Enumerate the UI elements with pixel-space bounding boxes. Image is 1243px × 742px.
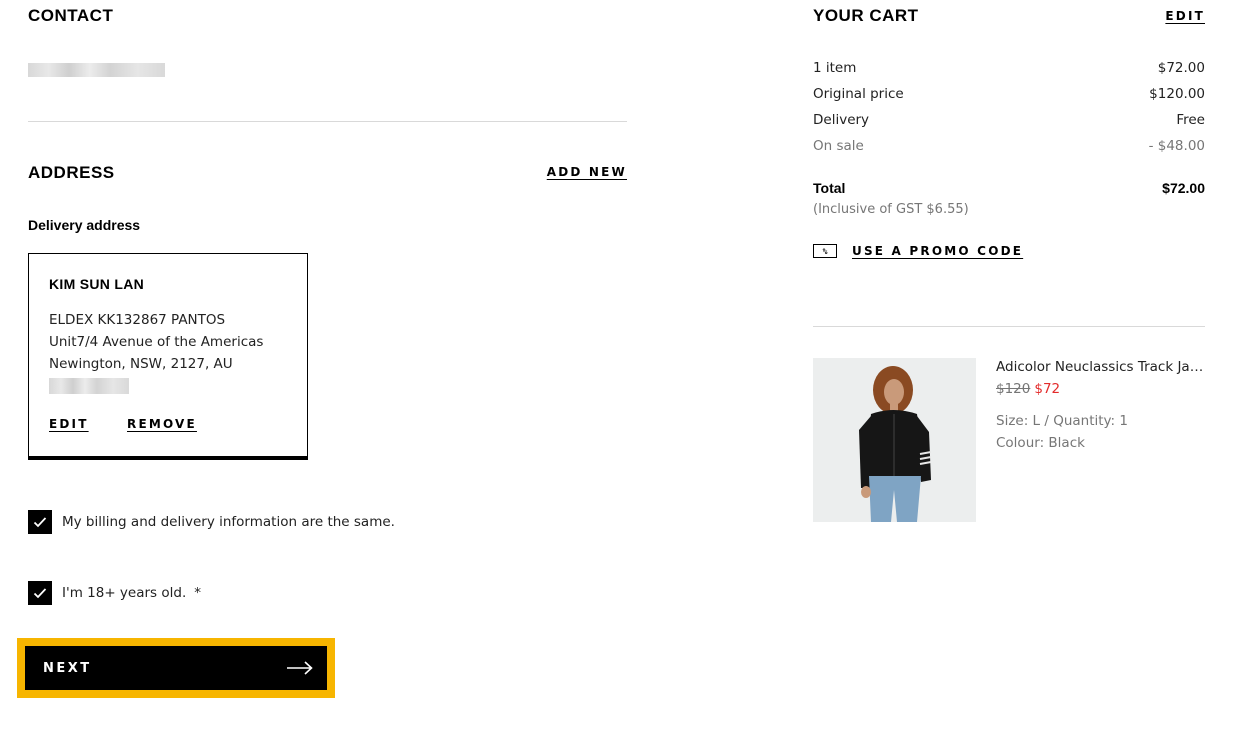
next-button[interactable]: NEXT xyxy=(25,646,327,690)
promo-tag-icon: % xyxy=(813,244,837,258)
summary-label: 1 item xyxy=(813,60,857,76)
contact-email-redacted xyxy=(28,63,165,77)
product-sale-price: $72 xyxy=(1034,381,1061,397)
age-confirm-label: I'm 18+ years old. xyxy=(62,585,187,601)
product-name[interactable]: Adicolor Neuclassics Track Jacket xyxy=(996,359,1206,375)
summary-row-sale: On sale - $48.00 xyxy=(813,138,1205,154)
age-confirm-checkbox[interactable] xyxy=(28,581,52,605)
summary-value: $120.00 xyxy=(1149,86,1205,102)
product-size-quantity: Size: L / Quantity: 1 xyxy=(996,413,1128,429)
cart-title: YOUR CART xyxy=(813,6,919,25)
address-title: ADDRESS xyxy=(28,163,115,182)
total-label: Total xyxy=(813,180,846,196)
promo-code-label: USE A PROMO CODE xyxy=(852,244,1024,258)
product-colour: Colour: Black xyxy=(996,435,1085,451)
cart-edit-link[interactable]: EDIT xyxy=(1165,9,1205,23)
summary-value: Free xyxy=(1176,112,1205,128)
address-line-3: Newington, NSW, 2127, AU xyxy=(49,356,233,372)
check-icon xyxy=(33,517,47,528)
required-mark: * xyxy=(194,585,201,601)
summary-value: - $48.00 xyxy=(1148,138,1205,154)
arrow-right-icon xyxy=(287,661,313,675)
billing-same-row: My billing and delivery information are … xyxy=(28,510,395,534)
contact-divider xyxy=(28,121,627,122)
next-button-focus-ring: NEXT xyxy=(17,638,335,698)
total-value: $72.00 xyxy=(1162,180,1205,196)
check-icon xyxy=(33,588,47,599)
billing-same-checkbox[interactable] xyxy=(28,510,52,534)
address-edit-link[interactable]: EDIT xyxy=(49,417,89,431)
product-price: $120 $72 xyxy=(996,381,1060,397)
summary-total-row: Total $72.00 xyxy=(813,180,1205,196)
summary-label: Delivery xyxy=(813,112,870,128)
summary-label: On sale xyxy=(813,138,864,154)
gst-note: (Inclusive of GST $6.55) xyxy=(813,202,969,217)
address-name: KIM SUN LAN xyxy=(49,276,145,292)
product-image[interactable] xyxy=(813,358,976,522)
contact-title: CONTACT xyxy=(28,6,114,25)
product-old-price: $120 xyxy=(996,381,1031,397)
delivery-address-label: Delivery address xyxy=(28,217,141,233)
cart-divider xyxy=(813,326,1205,327)
address-phone-redacted xyxy=(49,378,129,394)
product-photo-illustration xyxy=(813,358,976,522)
promo-code-link[interactable]: % USE A PROMO CODE xyxy=(813,244,1023,258)
summary-row-delivery: Delivery Free xyxy=(813,112,1205,128)
summary-value: $72.00 xyxy=(1157,60,1205,76)
summary-row-original: Original price $120.00 xyxy=(813,86,1205,102)
next-button-label: NEXT xyxy=(43,660,92,676)
address-line-1: ELDEX KK132867 PANTOS xyxy=(49,312,226,328)
summary-row-items: 1 item $72.00 xyxy=(813,60,1205,76)
age-confirm-row: I'm 18+ years old. * xyxy=(28,581,201,605)
billing-same-label: My billing and delivery information are … xyxy=(62,514,395,530)
add-new-address-link[interactable]: ADD NEW xyxy=(547,165,627,179)
address-line-2: Unit7/4 Avenue of the Americas xyxy=(49,334,264,350)
summary-label: Original price xyxy=(813,86,904,102)
address-remove-link[interactable]: REMOVE xyxy=(127,417,197,431)
address-card[interactable]: KIM SUN LAN ELDEX KK132867 PANTOS Unit7/… xyxy=(28,253,308,460)
